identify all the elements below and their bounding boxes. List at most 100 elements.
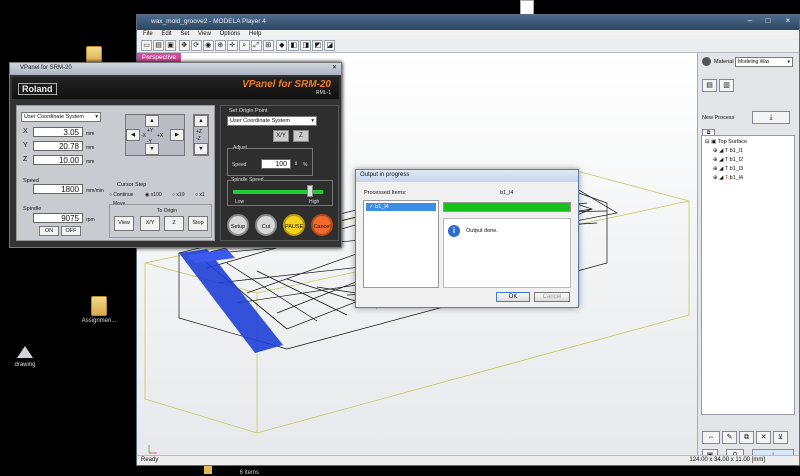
origin-coord-select[interactable]: User Coordinate System ▾ bbox=[227, 116, 317, 126]
move-z-button[interactable]: Z bbox=[164, 216, 184, 231]
desktop-icon-drawing[interactable]: drawing bbox=[0, 346, 50, 368]
new-icon[interactable]: ▭ bbox=[141, 40, 152, 51]
vpanel-title: VPanel for SRM-20 bbox=[20, 65, 72, 71]
tree-item-b1-l3[interactable]: ⊕ ◢ T b1_l3 bbox=[705, 166, 791, 172]
menu-view[interactable]: View bbox=[198, 31, 211, 37]
material-select[interactable]: Modeling Wax ▾ bbox=[735, 57, 793, 67]
folder-icon bbox=[204, 466, 212, 474]
view-front-icon[interactable]: ◧ bbox=[288, 40, 300, 51]
menu-set[interactable]: Set bbox=[180, 31, 189, 37]
origin-select-value: User Coordinate System bbox=[230, 118, 290, 124]
copy-button[interactable]: ⧉ bbox=[739, 431, 754, 444]
origin-z-button[interactable]: Z bbox=[293, 130, 309, 142]
progress-bar bbox=[443, 202, 571, 212]
dialog-message: Output done. bbox=[466, 228, 498, 234]
maximize-button[interactable]: □ bbox=[759, 15, 777, 27]
zoom-in-icon[interactable]: ⊕ bbox=[214, 40, 226, 51]
adjust-speed-value[interactable]: 100 bbox=[261, 159, 291, 169]
close-button[interactable]: × bbox=[779, 15, 797, 27]
move-icon[interactable]: ✥ bbox=[178, 40, 190, 51]
menu-options[interactable]: Options bbox=[220, 31, 241, 37]
modela-titlebar: wax_mold_groove2 - MODELA Player 4 – □ × bbox=[137, 15, 799, 30]
spindle-off-button[interactable]: OFF bbox=[61, 226, 81, 236]
minimize-button[interactable]: – bbox=[741, 15, 759, 27]
status-bar: Ready 124.00 x 34.00 x 11.00 [mm] bbox=[137, 455, 799, 465]
tree-item-b1-l1[interactable]: ⊕ ◢ T b1_l1 bbox=[705, 148, 791, 154]
list-item[interactable]: ✓ b1_l4 bbox=[366, 203, 436, 211]
origin-point-label: Set Origin Point bbox=[229, 108, 268, 114]
setup-button[interactable]: Setup bbox=[227, 214, 249, 236]
menu-file[interactable]: File bbox=[143, 31, 153, 37]
jog-plus-z-button[interactable]: ▲ bbox=[194, 115, 208, 127]
jog-minus-z-button[interactable]: ▼ bbox=[194, 143, 208, 155]
tree-item-b1-l2[interactable]: ⊕ ◢ T b1_l2 bbox=[705, 157, 791, 163]
move-stop-button[interactable]: Stop bbox=[188, 216, 208, 231]
tree-label: b1_l2 bbox=[729, 157, 744, 163]
vpanel-titlebar: VPanel for SRM-20 ✕ bbox=[10, 63, 341, 75]
delete-button[interactable]: ✕ bbox=[756, 431, 771, 444]
zoom-all-icon[interactable]: ⊞ bbox=[262, 40, 274, 51]
desktop-icon-label: drawing bbox=[14, 362, 36, 368]
view-tool-button[interactable]: ⇔ bbox=[702, 431, 720, 444]
y-value: 20.78 bbox=[33, 141, 83, 151]
rotate-icon[interactable]: ⟳ bbox=[190, 40, 202, 51]
close-icon[interactable]: ✕ bbox=[332, 64, 337, 71]
stepper-icon[interactable]: ⇕ bbox=[294, 161, 298, 167]
fit-icon[interactable]: ⤢ bbox=[250, 40, 262, 51]
view-bottom-icon[interactable]: ◪ bbox=[324, 40, 336, 51]
view-side-icon[interactable]: ◨ bbox=[300, 40, 312, 51]
desktop-icon-label: Assignmen... bbox=[81, 318, 117, 324]
move-xy-button[interactable]: X/Y bbox=[140, 216, 160, 231]
jog-plus-x-button[interactable]: ▶ bbox=[170, 129, 184, 141]
cancel-machine-button[interactable]: Cancel bbox=[311, 214, 333, 236]
move-view-button[interactable]: View bbox=[114, 216, 134, 231]
zoom-window-icon[interactable]: ⌕ bbox=[238, 40, 250, 51]
process-list-button[interactable]: ▤ bbox=[702, 79, 717, 92]
step-x1-radio[interactable]: ○ x1 bbox=[195, 192, 205, 198]
move-up-button[interactable]: ⊻ bbox=[773, 431, 788, 444]
x-value: 3.05 bbox=[33, 127, 83, 137]
view-top-icon[interactable]: ◩ bbox=[312, 40, 324, 51]
step-x100-radio[interactable]: ◉ x100 bbox=[145, 192, 162, 198]
vpanel-origin-panel: Set Origin Point User Coordinate System ▾… bbox=[220, 105, 339, 241]
save-icon[interactable]: ▣ bbox=[165, 40, 176, 51]
step-continue-radio[interactable]: ○ Continue bbox=[109, 192, 133, 198]
origin-xy-button[interactable]: X/Y bbox=[273, 130, 289, 142]
pan-icon[interactable]: ✛ bbox=[226, 40, 238, 51]
new-process-button[interactable]: ⤓ bbox=[752, 111, 790, 124]
edit-button[interactable]: ✎ bbox=[722, 431, 737, 444]
cut-button[interactable]: Cut bbox=[255, 214, 277, 236]
step-x10-radio[interactable]: ○ x10 bbox=[172, 192, 184, 198]
list-item-label: b1_l4 bbox=[375, 204, 389, 210]
jog-minus-x-button[interactable]: ◀ bbox=[126, 129, 140, 141]
process-view-button[interactable]: ▥ bbox=[719, 79, 734, 92]
dialog-cancel-button[interactable]: Cancel bbox=[534, 292, 570, 302]
jog-plus-y-label: +Y bbox=[147, 128, 154, 134]
material-value: Modeling Wax bbox=[738, 59, 770, 65]
zoom-icon[interactable]: ◉ bbox=[202, 40, 214, 51]
tree-item-top-surface[interactable]: ⊟ ▣ Top Surface bbox=[705, 139, 791, 145]
y-unit: mm bbox=[86, 145, 95, 151]
jog-plus-x-label: +X bbox=[157, 133, 164, 139]
tree-item-b1-l4[interactable]: ⊕ ◢ T b1_l4 bbox=[705, 175, 791, 181]
message-box: i Output done. bbox=[443, 218, 571, 288]
step-x10-label: x10 bbox=[176, 192, 185, 198]
pause-button[interactable]: PAUSE bbox=[283, 214, 305, 236]
coord-system-select[interactable]: User Coordinate System ▾ bbox=[21, 112, 101, 122]
menu-edit[interactable]: Edit bbox=[161, 31, 171, 37]
open-icon[interactable]: ▤ bbox=[153, 40, 164, 51]
desktop-icon-assignments[interactable]: Assignmen... bbox=[74, 296, 124, 324]
spindle-on-button[interactable]: ON bbox=[39, 226, 59, 236]
ok-button[interactable]: OK bbox=[496, 292, 530, 302]
jog-plus-y-button[interactable]: ▲ bbox=[145, 115, 159, 127]
move-label: Move bbox=[113, 201, 126, 207]
spindle-unit: rpm bbox=[86, 217, 95, 223]
material-icon bbox=[702, 57, 711, 66]
view-iso-icon[interactable]: ◆ bbox=[276, 40, 288, 51]
vpanel-controls: User Coordinate System ▾ X 3.05 mm Y 20.7… bbox=[16, 105, 215, 241]
menu-help[interactable]: Help bbox=[249, 31, 261, 37]
slider-handle[interactable] bbox=[307, 185, 313, 197]
taskbar-text: 6 items bbox=[239, 470, 260, 476]
drawing-icon bbox=[17, 346, 33, 358]
progress-fill bbox=[444, 203, 570, 211]
